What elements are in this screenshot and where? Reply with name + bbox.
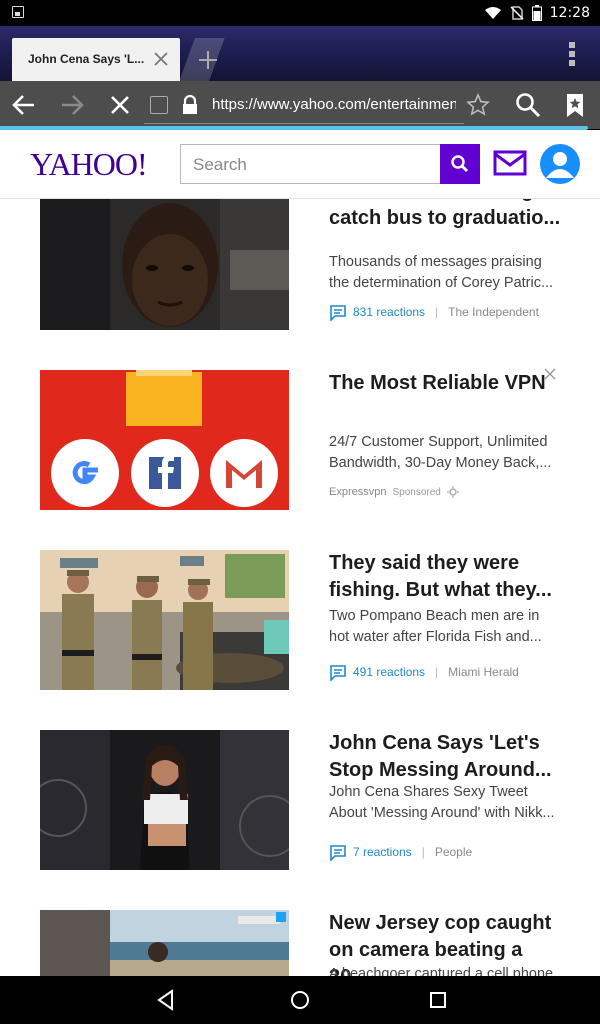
story-thumbnail[interactable]	[40, 730, 289, 870]
reactions-count[interactable]: 831 reactions	[353, 305, 425, 319]
story-item[interactable]: John Cena Says 'Let's Stop Messing Aroun…	[0, 730, 600, 870]
story-summary: Two Pompano Beach men are in hot water a…	[329, 608, 542, 645]
ad-advertiser: Expressvpn	[329, 486, 387, 498]
back-arrow-icon[interactable]	[10, 91, 38, 119]
story-meta: 7 reactions | People	[329, 843, 579, 861]
gallery-notification-icon	[12, 6, 24, 18]
news-feed: Student seen walking to catch bus to gra…	[0, 130, 600, 976]
bookmark-star-icon[interactable]	[466, 93, 490, 117]
battery-icon	[531, 5, 542, 21]
yahoo-header: YAHOO! Search	[0, 130, 600, 199]
search-input[interactable]: Search	[180, 144, 440, 184]
tab-strip: John Cena Says 'L...	[0, 26, 600, 81]
story-item[interactable]: New Jersey cop caught on camera beating …	[0, 910, 600, 976]
browser-toolbar: https://www.yahoo.com/entertainment	[0, 81, 600, 129]
new-tab-button[interactable]	[180, 38, 236, 81]
story-title[interactable]: The Most Reliable VPN	[329, 370, 565, 397]
story-item[interactable]: Student seen walking to catch bus to gra…	[0, 180, 600, 330]
story-meta: 831 reactions | The Independent	[329, 303, 579, 321]
yahoo-logo[interactable]: YAHOO!	[30, 146, 148, 183]
story-item[interactable]: They said they were fishing. But what th…	[0, 550, 600, 690]
status-time: 12:28	[549, 5, 590, 21]
no-sim-icon	[510, 6, 524, 20]
ad-info-icon[interactable]	[446, 486, 459, 498]
site-settings-icon[interactable]	[150, 96, 168, 114]
story-summary: Thousands of messages praising the deter…	[329, 254, 554, 291]
nav-recents-icon[interactable]	[426, 988, 450, 1012]
profile-avatar[interactable]	[540, 144, 580, 184]
stop-loading-icon[interactable]	[106, 91, 134, 119]
lock-icon	[183, 95, 197, 114]
tab-close-icon[interactable]	[152, 50, 170, 68]
story-summary: John Cena Shares Sexy Tweet About 'Messi…	[329, 784, 555, 821]
story-title[interactable]: They said they were fishing. But what th…	[329, 550, 565, 604]
reactions-count[interactable]: 491 reactions	[353, 665, 425, 679]
story-thumbnail[interactable]	[40, 910, 289, 976]
story-source: People	[434, 845, 473, 859]
search-button[interactable]	[440, 144, 480, 184]
story-source: Miami Herald	[448, 665, 519, 679]
sponsored-story-item[interactable]: The Most Reliable VPN 24/7 Customer Supp…	[0, 368, 600, 510]
comment-icon	[330, 664, 346, 681]
story-summary: 24/7 Customer Support, Unlimited Bandwid…	[329, 434, 552, 471]
overflow-menu-icon[interactable]	[568, 42, 576, 66]
web-page: Student seen walking to catch bus to gra…	[0, 130, 600, 976]
story-source: The Independent	[448, 305, 539, 319]
nav-home-icon[interactable]	[288, 988, 312, 1012]
ad-thumbnail[interactable]	[40, 370, 289, 510]
system-nav-bar	[0, 976, 600, 1024]
comment-icon	[330, 844, 346, 861]
mail-icon[interactable]	[493, 150, 527, 176]
plus-icon	[199, 51, 217, 69]
story-title[interactable]: John Cena Says 'Let's Stop Messing Aroun…	[329, 730, 565, 784]
search-icon[interactable]	[514, 91, 542, 119]
story-thumbnail[interactable]	[40, 190, 289, 330]
close-ad-icon[interactable]	[540, 364, 560, 384]
comment-icon	[330, 304, 346, 321]
sponsored-label: Sponsored	[392, 486, 441, 498]
user-icon	[546, 152, 574, 178]
address-bar[interactable]: https://www.yahoo.com/entertainment	[144, 87, 498, 123]
tab-title: John Cena Says 'L...	[28, 52, 145, 66]
bookmarks-icon[interactable]	[561, 91, 589, 119]
wifi-icon	[484, 7, 501, 19]
search-placeholder: Search	[193, 155, 247, 174]
nav-back-icon[interactable]	[154, 988, 178, 1012]
story-meta: 491 reactions | Miami Herald	[329, 663, 579, 681]
search-icon	[451, 155, 469, 173]
story-thumbnail[interactable]	[40, 550, 289, 690]
status-bar: 12:28	[0, 0, 600, 26]
story-meta: Expressvpn Sponsored	[329, 483, 579, 501]
reactions-count[interactable]: 7 reactions	[353, 845, 412, 859]
forward-arrow-icon[interactable]	[58, 91, 86, 119]
url-text[interactable]: https://www.yahoo.com/entertainment	[212, 96, 456, 113]
browser-tab[interactable]: John Cena Says 'L...	[12, 38, 180, 81]
story-summary: A beachgoer captured a cell phone	[329, 966, 554, 976]
